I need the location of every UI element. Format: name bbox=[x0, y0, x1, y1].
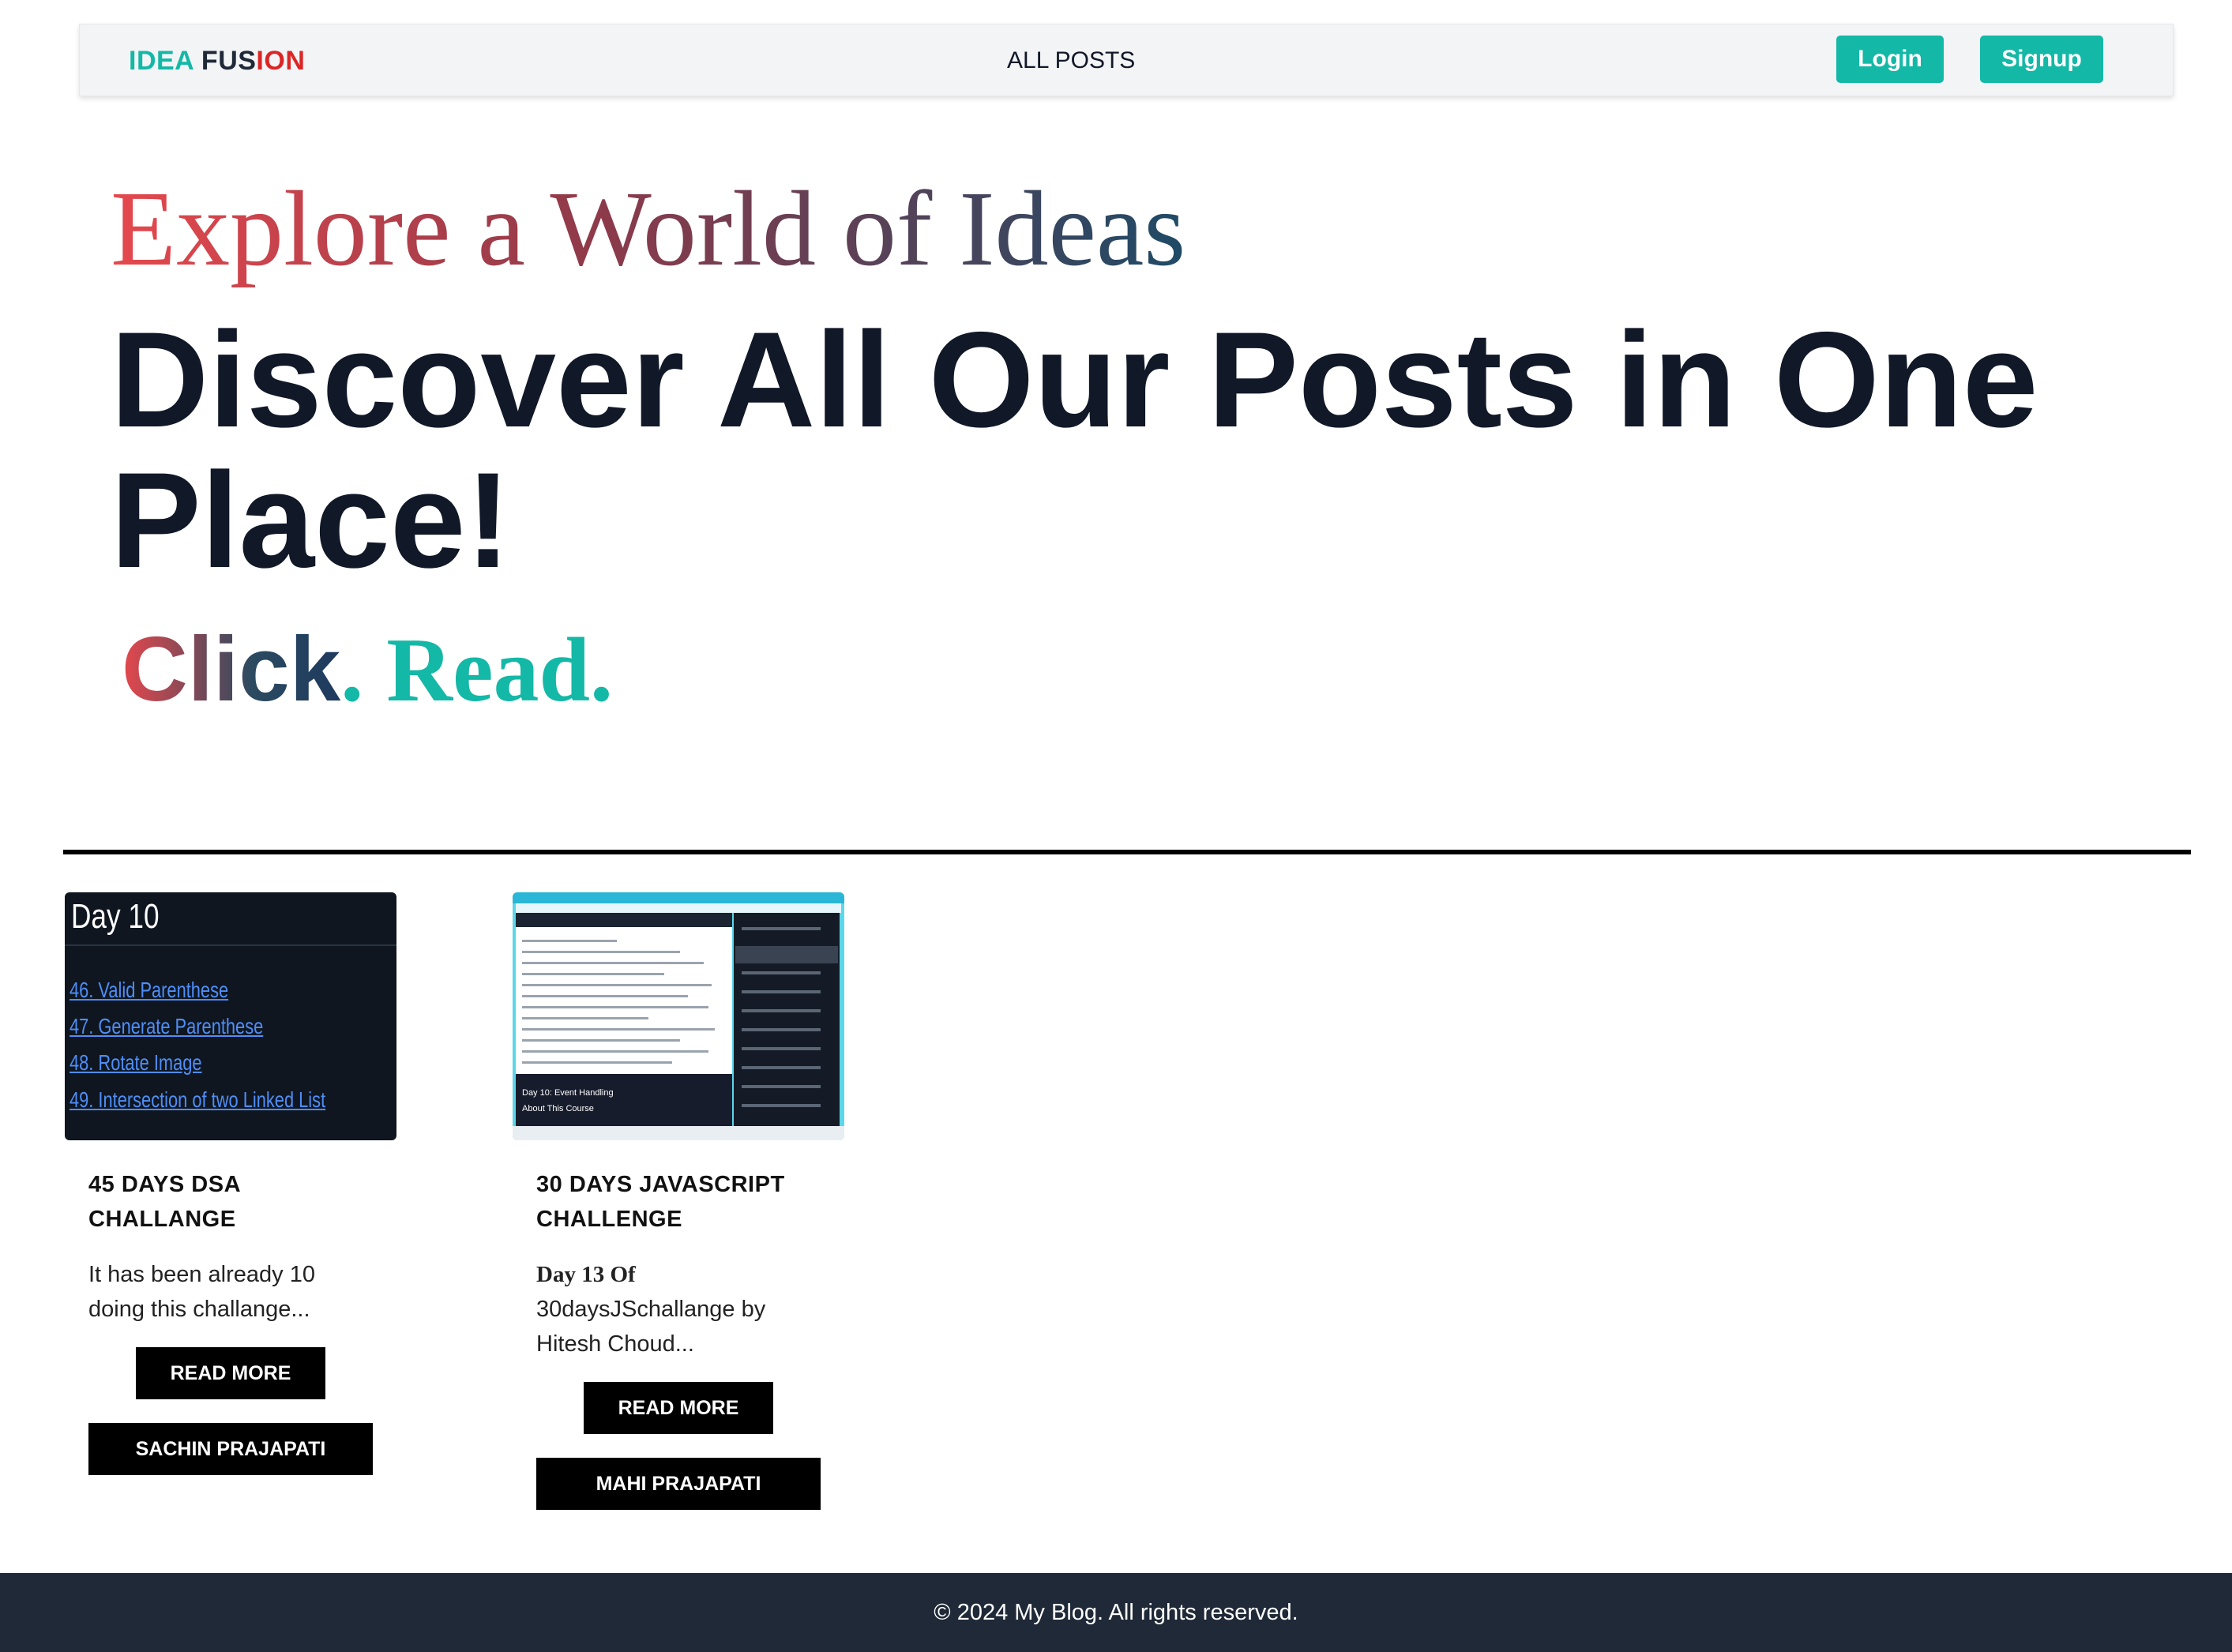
screenshot-text-line bbox=[522, 940, 617, 942]
post-thumbnail[interactable]: Day 10 46. Valid Parenthese 47. Generate… bbox=[65, 892, 396, 1140]
hero-tagline: Click. Read. bbox=[122, 618, 613, 722]
screenshot-address-bar bbox=[516, 903, 841, 913]
author-button[interactable]: MAHI PRAJAPATI bbox=[536, 1458, 821, 1510]
screenshot-page-header bbox=[516, 913, 732, 927]
screenshot-text-line bbox=[522, 1028, 715, 1031]
post-card: Day 10: Event Handling About This Course… bbox=[513, 892, 844, 1510]
screenshot-sidebar-active bbox=[735, 946, 838, 963]
screenshot-sidebar-item bbox=[742, 990, 821, 993]
thumbnail-link: 48. Rotate Image bbox=[70, 1050, 202, 1075]
read-more-button[interactable]: READ MORE bbox=[584, 1382, 773, 1434]
brand-logo[interactable]: IDEA FUSION bbox=[129, 43, 305, 78]
screenshot-sidebar-item bbox=[742, 1028, 821, 1031]
all-posts-link[interactable]: ALL POSTS bbox=[1007, 45, 1135, 77]
screenshot-text-line bbox=[522, 951, 680, 953]
post-thumbnail[interactable]: Day 10: Event Handling About This Course bbox=[513, 892, 844, 1140]
footer-copyright: © 2024 My Blog. All rights reserved. bbox=[934, 1600, 1298, 1625]
screenshot-sidebar-item bbox=[742, 971, 821, 974]
thumbnail-link: 46. Valid Parenthese bbox=[70, 978, 229, 1002]
login-button[interactable]: Login bbox=[1836, 36, 1944, 83]
screenshot-text-line bbox=[522, 1039, 680, 1042]
tagline-dot: . bbox=[340, 620, 364, 721]
screenshot-text-line bbox=[522, 1061, 672, 1064]
screenshot-banner-title: Day 10: Event Handling bbox=[522, 1088, 614, 1098]
hero-eyebrow: Explore a World of Ideas bbox=[111, 164, 1186, 294]
screenshot-text-line bbox=[522, 973, 664, 975]
screenshot-text-line bbox=[522, 1050, 708, 1053]
screenshot-text-line bbox=[522, 962, 704, 964]
brand-text-ion: ION bbox=[256, 46, 306, 76]
screenshot-sidebar-item bbox=[742, 1104, 821, 1107]
author-button[interactable]: SACHIN PRAJAPATI bbox=[88, 1423, 373, 1475]
thumbnail-link: 49. Intersection of two Linked List bbox=[70, 1087, 326, 1112]
post-title: 30 DAYS JAVASCRIPT CHALLENGE bbox=[536, 1172, 785, 1232]
post-card: Day 10 46. Valid Parenthese 47. Generate… bbox=[65, 892, 396, 1475]
post-excerpt-heading: Day 13 Of bbox=[536, 1262, 636, 1287]
screenshot-taskbar bbox=[513, 1126, 844, 1140]
footer: © 2024 My Blog. All rights reserved. bbox=[0, 1573, 2232, 1652]
screenshot-sidebar-item bbox=[742, 1085, 821, 1088]
read-more-button[interactable]: READ MORE bbox=[136, 1347, 325, 1399]
post-excerpt: Day 13 Of 30daysJSchallange by Hitesh Ch… bbox=[536, 1257, 797, 1361]
post-excerpt-text: 30daysJSchallange by Hitesh Choud... bbox=[536, 1297, 766, 1357]
screenshot-sidebar bbox=[734, 913, 840, 1126]
tagline-read: Read bbox=[363, 620, 591, 721]
post-title: 45 DAYS DSA CHALLANGE bbox=[88, 1172, 240, 1232]
screenshot-sidebar-item bbox=[742, 927, 821, 930]
screenshot-text-line bbox=[522, 984, 712, 986]
navbar: IDEA FUSION ALL POSTS Login Signup bbox=[79, 24, 2174, 96]
screenshot-text-line bbox=[522, 1017, 648, 1019]
thumbnail-link: 47. Generate Parenthese bbox=[70, 1014, 264, 1038]
screenshot-sidebar-item bbox=[742, 1009, 821, 1012]
screenshot-browser-bar bbox=[513, 892, 844, 903]
screenshot-sidebar-item bbox=[742, 1066, 821, 1069]
screenshot-text-line bbox=[522, 1006, 708, 1008]
tagline-dot: . bbox=[590, 620, 614, 721]
tagline-click: Click bbox=[122, 618, 341, 720]
brand-text-idea: IDEA bbox=[129, 46, 201, 76]
thumbnail-day-title: Day 10 bbox=[71, 897, 160, 936]
screenshot-sidebar-item bbox=[742, 1047, 821, 1050]
section-divider bbox=[63, 850, 2191, 854]
signup-button[interactable]: Signup bbox=[1980, 36, 2103, 83]
post-excerpt: It has been already 10 doing this challa… bbox=[88, 1262, 315, 1322]
hero-title: Discover All Our Posts in One Place! bbox=[111, 304, 2038, 596]
thumbnail-divider bbox=[65, 944, 396, 946]
screenshot-text-line bbox=[522, 995, 688, 997]
screenshot-banner bbox=[516, 1074, 732, 1126]
brand-text-fus: FUS bbox=[201, 46, 257, 76]
screenshot-banner-subtitle: About This Course bbox=[522, 1104, 594, 1113]
